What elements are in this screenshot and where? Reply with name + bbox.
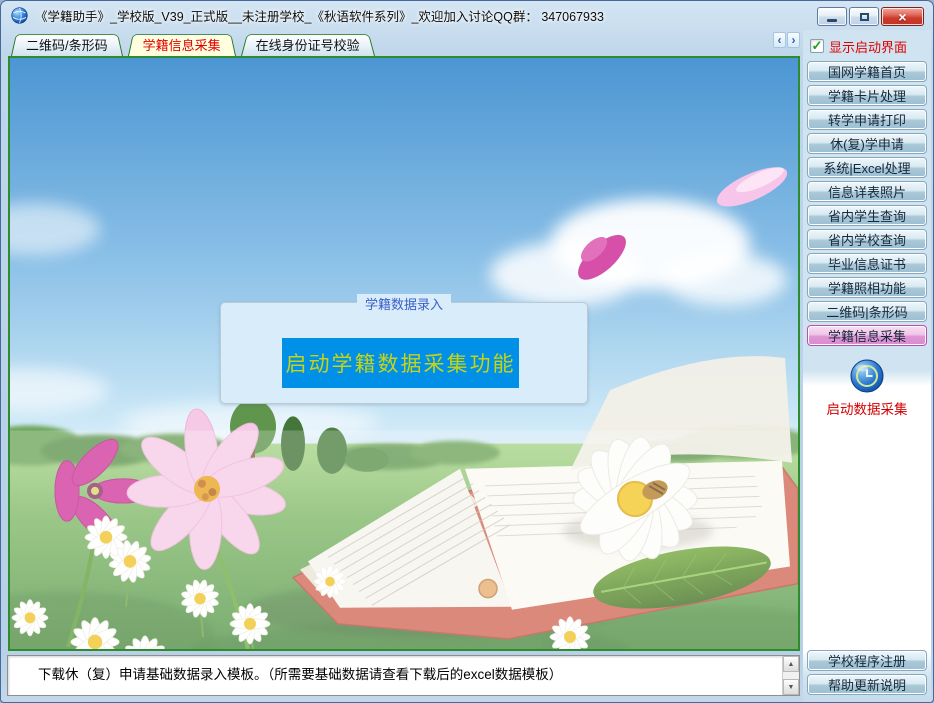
window-title: 《学籍助手》_学校版_V39_正式版__未注册学校_《秋语软件系列》_欢迎加入讨… <box>35 6 604 25</box>
sidebar-bottom-buttons: 学校程序注册 帮助更新说明 <box>806 650 928 698</box>
sidebar-item-leave-application[interactable]: 休(复)学申请 <box>807 133 927 154</box>
sidebar-spacer <box>806 418 928 650</box>
close-icon: × <box>898 10 906 24</box>
school-register-button[interactable]: 学校程序注册 <box>807 650 927 671</box>
sidebar-item-student-query[interactable]: 省内学生查询 <box>807 205 927 226</box>
close-button[interactable]: × <box>881 7 924 26</box>
groupbox-title: 学籍数据录入 <box>357 294 451 313</box>
maximize-button[interactable] <box>849 7 879 26</box>
app-globe-icon <box>11 7 28 24</box>
tab-id-verification[interactable]: 在线身份证号校验 <box>241 32 375 56</box>
sidebar-item-transfer-print[interactable]: 转学申请打印 <box>807 109 927 130</box>
show-startup-checkbox[interactable]: ✓ 显示启动界面 <box>810 37 928 55</box>
minimize-button[interactable] <box>817 7 847 26</box>
checkbox-box: ✓ <box>810 39 824 53</box>
clock-launcher-icon <box>849 358 885 394</box>
sidebar-item-info-collection[interactable]: 学籍信息采集 <box>807 325 927 346</box>
sidebar-item-info-photos[interactable]: 信息详表照片 <box>807 181 927 202</box>
start-collection-button[interactable]: 启动学籍数据采集功能 <box>282 338 519 388</box>
check-icon: ✓ <box>812 39 823 52</box>
tab-scrollers: ‹ › <box>773 32 800 48</box>
sidebar-item-graduation-cert[interactable]: 毕业信息证书 <box>807 253 927 274</box>
tab-label: 二维码/条形码 <box>26 35 108 54</box>
sidebar-item-qrcode-barcode[interactable]: 二维码|条形码 <box>807 301 927 322</box>
content-area: 二维码/条形码 学籍信息采集 在线身份证号校验 ‹ › <box>1 30 933 703</box>
status-scrollbar[interactable]: ▲ ▼ <box>782 656 799 695</box>
left-column: 二维码/条形码 学籍信息采集 在线身份证号校验 ‹ › <box>3 30 803 703</box>
minimize-icon <box>827 19 837 22</box>
app-window: 《学籍助手》_学校版_V39_正式版__未注册学校_《秋语软件系列》_欢迎加入讨… <box>0 0 934 703</box>
checkbox-label: 显示启动界面 <box>829 37 907 56</box>
start-collection-launcher[interactable]: 启动数据采集 <box>806 358 928 418</box>
help-update-button[interactable]: 帮助更新说明 <box>807 674 927 695</box>
data-entry-groupbox: 学籍数据录入 启动学籍数据采集功能 <box>220 302 588 404</box>
status-bar: 下载休（复）申请基础数据录入模板。（所需要基础数据请查看下载后的excel数据模… <box>7 655 800 696</box>
scroll-up-icon[interactable]: ▲ <box>783 656 799 672</box>
sidebar: ✓ 显示启动界面 国网学籍首页 学籍卡片处理 转学申请打印 休(复)学申请 系统… <box>803 30 931 703</box>
sidebar-item-excel-processing[interactable]: 系统|Excel处理 <box>807 157 927 178</box>
status-message[interactable]: 下载休（复）申请基础数据录入模板。（所需要基础数据请查看下载后的excel数据模… <box>8 656 782 695</box>
sidebar-item-national-homepage[interactable]: 国网学籍首页 <box>807 61 927 82</box>
tab-label: 学籍信息采集 <box>143 35 221 54</box>
scroll-down-icon[interactable]: ▼ <box>783 679 799 695</box>
sidebar-item-card-processing[interactable]: 学籍卡片处理 <box>807 85 927 106</box>
tab-qrcode-barcode[interactable]: 二维码/条形码 <box>11 32 123 56</box>
launcher-label: 启动数据采集 <box>827 398 908 418</box>
sidebar-item-school-query[interactable]: 省内学校查询 <box>807 229 927 250</box>
sidebar-item-photo-function[interactable]: 学籍照相功能 <box>807 277 927 298</box>
maximize-icon <box>860 13 869 21</box>
tab-scroll-left-icon[interactable]: ‹ <box>773 32 786 48</box>
tab-label: 在线身份证号校验 <box>256 35 360 54</box>
tab-info-collection[interactable]: 学籍信息采集 <box>128 32 236 56</box>
tab-scroll-right-icon[interactable]: › <box>787 32 800 48</box>
main-canvas: 学籍数据录入 启动学籍数据采集功能 <box>8 56 800 651</box>
titlebar[interactable]: 《学籍助手》_学校版_V39_正式版__未注册学校_《秋语软件系列》_欢迎加入讨… <box>1 1 933 30</box>
tab-bar: 二维码/条形码 学籍信息采集 在线身份证号校验 ‹ › <box>3 30 803 56</box>
